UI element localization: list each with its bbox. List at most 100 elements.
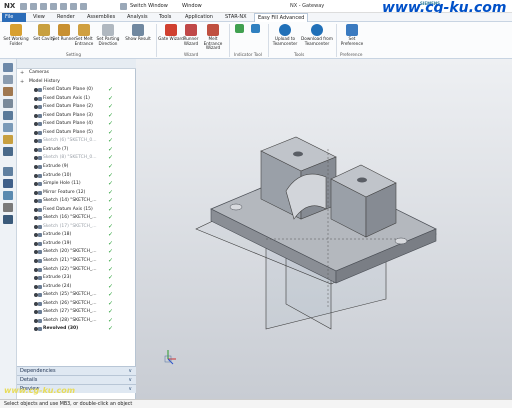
tab-application[interactable]: Application (182, 13, 216, 22)
tree-node[interactable]: ✓ Sketch (14) "SKETCH_... (17, 197, 136, 206)
checkmark-icon: ✓ (108, 308, 114, 316)
tree-node[interactable]: ✓ Sketch (26) "SKETCH_... (17, 300, 136, 309)
tree-node[interactable]: ✓ Sketch (6) "SKETCH_0... (17, 137, 136, 146)
tab-analysis[interactable]: Analysis (124, 13, 151, 22)
download-from-teamcenter-button[interactable]: Download from Teamcenter (300, 24, 334, 46)
details-panel[interactable]: Details ∨ (17, 375, 136, 384)
system-scenes-icon[interactable] (3, 203, 13, 212)
undo-icon[interactable] (30, 3, 37, 10)
tree-node[interactable]: ✓ Sketch (21) "SKETCH_... (17, 257, 136, 266)
checkmark-icon: ✓ (108, 128, 114, 136)
window-menu[interactable]: Window (182, 3, 202, 9)
graphics-window[interactable] (136, 59, 512, 399)
tree-node[interactable]: ✓ Simple Hole (11) (17, 180, 136, 189)
tree-node[interactable]: ✓ Extrude (24) (17, 283, 136, 292)
tree-node[interactable]: ✓ Extrude (7) (17, 146, 136, 155)
group-wizard-label: Wizard (184, 52, 199, 57)
tab-assemblies[interactable]: Assemblies (84, 13, 118, 22)
switch-window-icon[interactable] (120, 3, 127, 10)
tree-node-label: Fixed Datum Plane (5) (43, 129, 93, 135)
tree-node[interactable]: ✓ Extrude (23) (17, 274, 136, 283)
upload-icon (279, 24, 291, 36)
gate-wizard-icon (165, 24, 177, 36)
tree-node-label: Sketch (17) "SKETCH_... (43, 223, 97, 229)
tree-node[interactable]: ✓ Fixed Datum Plane (4) (17, 120, 136, 129)
tree-node[interactable]: ✓ Extrude (19) (17, 240, 136, 249)
tab-easy-fill-advanced[interactable]: Easy Fill Advanced (254, 13, 309, 22)
tree-node[interactable]: ✓ Fixed Datum Plane (5) (17, 129, 136, 138)
repeat-command-icon[interactable] (80, 3, 87, 10)
tree-node-label: Sketch (14) "SKETCH_... (43, 198, 97, 204)
upload-to-teamcenter-button[interactable]: Upload to Teamcenter (270, 24, 300, 46)
download-icon (311, 24, 323, 36)
tree-node[interactable]: + Cameras (17, 69, 136, 78)
result-icon (132, 24, 144, 36)
expand-icon[interactable]: + (20, 78, 24, 87)
palette-icon[interactable] (3, 215, 13, 224)
tree-node-label: Extrude (18) (43, 232, 72, 238)
tab-view[interactable]: View (30, 13, 48, 22)
tab-render[interactable]: Render (54, 13, 78, 22)
tab-file[interactable]: File (2, 13, 26, 22)
tree-node[interactable]: ✓ Fixed Datum Plane (2) (17, 103, 136, 112)
tree-node[interactable]: ✓ Sketch (27) "SKETCH_... (17, 308, 136, 317)
tree-node[interactable]: ✓ Extrude (18) (17, 231, 136, 240)
set-working-folder-button[interactable]: Set Working Folder (2, 24, 30, 46)
dependencies-panel[interactable]: Dependencies ∨ (17, 366, 136, 375)
checkmark-icon: ✓ (108, 137, 114, 145)
tree-node[interactable]: ✓ Extrude (9) (17, 163, 136, 172)
paste-icon[interactable] (70, 3, 77, 10)
manufacturing-wizard-icon[interactable] (3, 179, 13, 188)
process-studio-icon[interactable] (3, 167, 13, 176)
tree-node[interactable]: ✓ Revolved (30) (17, 325, 136, 334)
checkmark-icon: ✓ (108, 154, 114, 162)
history-icon[interactable] (3, 135, 13, 144)
melt-entrance-wizard-button[interactable]: Melt Entrance Wizard (199, 24, 227, 51)
feature-icon (38, 284, 42, 289)
tree-node[interactable]: ✓ Sketch (17) "SKETCH_... (17, 223, 136, 232)
tree-node-label: Sketch (16) "SKETCH_... (43, 215, 97, 221)
checkmark-icon: ✓ (108, 214, 114, 222)
show-result-button[interactable]: Show Result (124, 24, 152, 42)
tree-node[interactable]: ✓ Sketch (25) "SKETCH_... (17, 291, 136, 300)
constraint-navigator-icon[interactable] (3, 87, 13, 96)
tree-node-label: Fixed Datum Axis (1) (43, 95, 90, 101)
checkmark-icon: ✓ (108, 188, 114, 196)
tree-node[interactable]: ✓ Mirror Feature (12) (17, 189, 136, 198)
tree-node[interactable]: ✓ Extrude (10) (17, 172, 136, 181)
checkmark-icon: ✓ (108, 111, 114, 119)
tree-node[interactable]: ✓ Fixed Datum Plane (0) (17, 86, 136, 95)
tree-node[interactable]: ✓ Sketch (28) "SKETCH_... (17, 317, 136, 326)
reuse-library-icon[interactable] (3, 99, 13, 108)
tree-node[interactable]: ✓ Sketch (20) "SKETCH_... (17, 248, 136, 257)
tab-star-nx[interactable]: STAR-NX (222, 13, 250, 22)
tree-node[interactable]: ✓ Sketch (22) "SKETCH_... (17, 266, 136, 275)
switch-window-button[interactable]: Switch Window (130, 3, 168, 9)
part-navigator-icon[interactable] (3, 63, 13, 72)
set-parting-direction-button[interactable]: Set Parting Direction (94, 24, 122, 46)
indicator-tool-button-1[interactable] (232, 24, 246, 34)
cut-icon[interactable] (50, 3, 57, 10)
tree-node[interactable]: ✓ Fixed Datum Plane (3) (17, 112, 136, 121)
assembly-navigator-icon[interactable] (3, 75, 13, 84)
feature-icon (38, 216, 42, 221)
indicator-tool-button-2[interactable] (248, 24, 262, 34)
web-browser-icon[interactable] (3, 123, 13, 132)
tree-node-label: Extrude (9) (43, 164, 69, 170)
tab-tools[interactable]: Tools (156, 13, 174, 22)
tree-node[interactable]: + Model History (17, 78, 136, 87)
system-materials-icon[interactable] (3, 147, 13, 156)
tree-node[interactable]: ✓ Fixed Datum Axis (15) (17, 206, 136, 215)
copy-icon[interactable] (60, 3, 67, 10)
tree-node[interactable]: ✓ Fixed Datum Axis (1) (17, 95, 136, 104)
redo-icon[interactable] (40, 3, 47, 10)
expand-icon[interactable]: + (20, 69, 24, 78)
roles-icon[interactable] (3, 191, 13, 200)
tree-node-label: Fixed Datum Plane (0) (43, 87, 93, 93)
tree-node[interactable]: ✓ Sketch (8) "SKETCH_0... (17, 154, 136, 163)
set-preference-button[interactable]: Set Preference (338, 24, 366, 46)
save-icon[interactable] (20, 3, 27, 10)
hd3d-tools-icon[interactable] (3, 111, 13, 120)
tree-node[interactable]: ✓ Sketch (16) "SKETCH_... (17, 214, 136, 223)
tree-node-label: Sketch (27) "SKETCH_... (43, 309, 97, 315)
